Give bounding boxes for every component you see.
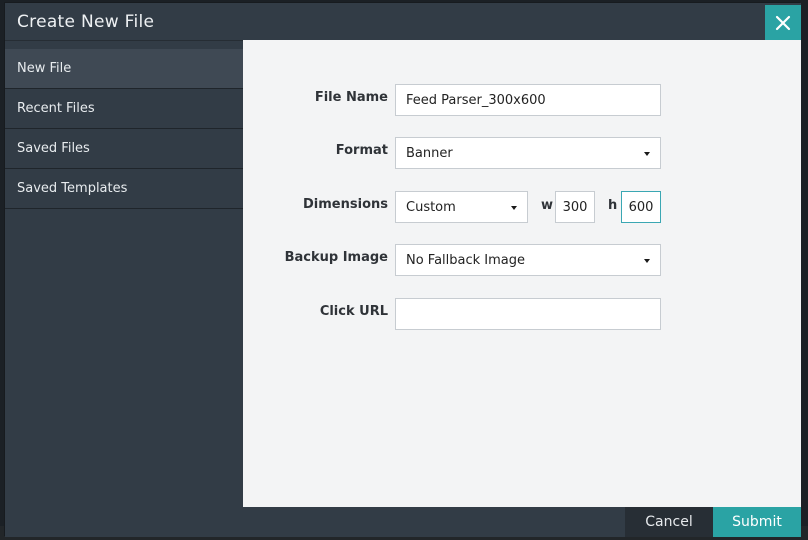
format-select[interactable]: Banner xyxy=(395,137,661,169)
dimensions-preset-select[interactable]: Custom xyxy=(395,191,528,223)
width-input[interactable]: 300 xyxy=(555,191,595,223)
sidebar-item-saved-files[interactable]: Saved Files xyxy=(5,129,243,169)
dimensions-label: Dimensions xyxy=(303,197,388,212)
file-name-label: File Name xyxy=(314,90,388,105)
click-url-row: Click URL xyxy=(243,298,801,330)
file-name-row: File Name Feed Parser_300x600 xyxy=(243,84,801,116)
chevron-down-icon xyxy=(644,152,650,156)
close-button[interactable] xyxy=(765,5,801,41)
dialog-title: Create New File xyxy=(17,12,155,32)
width-value: 300 xyxy=(562,199,588,215)
backup-image-value: No Fallback Image xyxy=(406,252,526,268)
create-file-dialog: Create New File New File Recent Files Sa… xyxy=(4,2,801,537)
file-name-value: Feed Parser_300x600 xyxy=(406,92,546,108)
backup-image-select[interactable]: No Fallback Image xyxy=(395,244,661,276)
sidebar-item-label: Recent Files xyxy=(17,101,95,116)
click-url-input[interactable] xyxy=(395,298,661,330)
dimensions-preset-value: Custom xyxy=(406,199,456,215)
sidebar-item-new-file[interactable]: New File xyxy=(5,49,243,89)
chevron-down-icon xyxy=(511,206,517,210)
sidebar-item-recent-files[interactable]: Recent Files xyxy=(5,89,243,129)
height-input[interactable]: 600 xyxy=(621,191,661,223)
backup-image-row: Backup Image No Fallback Image xyxy=(243,244,801,276)
dimensions-row: Dimensions Custom w 300 h 600 xyxy=(243,191,801,223)
sidebar-item-label: Saved Files xyxy=(17,141,90,156)
height-value: 600 xyxy=(628,199,654,215)
sidebar-item-label: Saved Templates xyxy=(17,181,128,196)
backup-image-label: Backup Image xyxy=(284,250,388,265)
height-label: h xyxy=(608,198,618,213)
form-panel: File Name Feed Parser_300x600 Format Ban… xyxy=(243,40,801,507)
click-url-label: Click URL xyxy=(319,304,388,319)
sidebar: New File Recent Files Saved Files Saved … xyxy=(5,49,243,507)
sidebar-item-label: New File xyxy=(17,61,72,76)
dialog-titlebar: Create New File xyxy=(5,3,801,41)
format-value: Banner xyxy=(406,145,453,161)
dialog-footer: Cancel Submit xyxy=(5,507,801,537)
sidebar-item-saved-templates[interactable]: Saved Templates xyxy=(5,169,243,209)
width-label: w xyxy=(541,198,554,213)
submit-button[interactable]: Submit xyxy=(713,507,801,537)
format-row: Format Banner xyxy=(243,137,801,169)
file-name-input[interactable]: Feed Parser_300x600 xyxy=(395,84,661,116)
cancel-button[interactable]: Cancel xyxy=(625,507,713,537)
close-icon xyxy=(775,15,791,31)
chevron-down-icon xyxy=(644,259,650,263)
format-label: Format xyxy=(335,143,388,158)
